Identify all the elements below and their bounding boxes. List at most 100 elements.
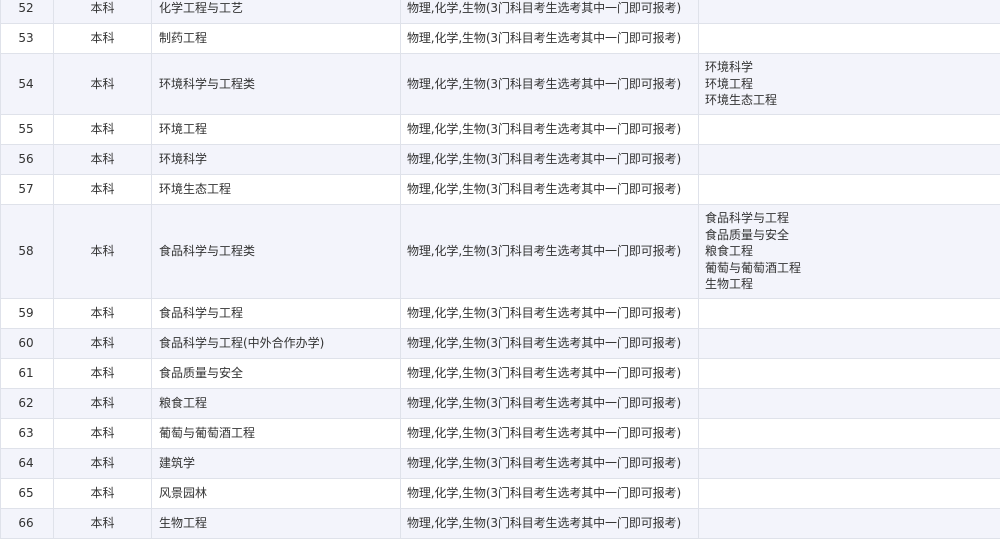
subject-requirement: 物理,化学,生物(3门科目考生选考其中一门即可报考) — [400, 114, 699, 145]
major-name: 食品质量与安全 — [151, 358, 401, 389]
included-major-item: 粮食工程 — [705, 244, 754, 259]
table-row: 64 本科 建筑学 物理,化学,生物(3门科目考生选考其中一门即可报考) — [0, 448, 1000, 479]
row-number: 65 — [0, 478, 54, 509]
row-number: 64 — [0, 448, 54, 479]
table-row: 53 本科 制药工程 物理,化学,生物(3门科目考生选考其中一门即可报考) — [0, 23, 1000, 54]
row-number: 63 — [0, 418, 54, 449]
row-number: 54 — [0, 53, 54, 115]
row-number: 56 — [0, 144, 54, 175]
education-level: 本科 — [53, 144, 152, 175]
row-number: 53 — [0, 23, 54, 54]
education-level: 本科 — [53, 508, 152, 539]
table-row: 54 本科 环境科学与工程类 物理,化学,生物(3门科目考生选考其中一门即可报考… — [0, 53, 1000, 115]
included-majors — [698, 0, 1000, 24]
major-name: 葡萄与葡萄酒工程 — [151, 418, 401, 449]
subject-requirement: 物理,化学,生物(3门科目考生选考其中一门即可报考) — [400, 144, 699, 175]
included-majors — [698, 114, 1000, 145]
education-level: 本科 — [53, 114, 152, 145]
major-name: 风景园林 — [151, 478, 401, 509]
education-level: 本科 — [53, 0, 152, 24]
included-major-item: 环境工程 — [705, 76, 754, 91]
table-row: 62 本科 粮食工程 物理,化学,生物(3门科目考生选考其中一门即可报考) — [0, 388, 1000, 419]
row-number: 58 — [0, 204, 54, 299]
subject-requirement: 物理,化学,生物(3门科目考生选考其中一门即可报考) — [400, 298, 699, 329]
major-name: 生物工程 — [151, 508, 401, 539]
subject-requirement: 物理,化学,生物(3门科目考生选考其中一门即可报考) — [400, 53, 699, 115]
education-level: 本科 — [53, 358, 152, 389]
included-majors: 食品科学与工程 食品质量与安全 粮食工程 葡萄与葡萄酒工程 生物工程 — [698, 204, 1000, 299]
included-majors — [698, 478, 1000, 509]
subject-requirement: 物理,化学,生物(3门科目考生选考其中一门即可报考) — [400, 478, 699, 509]
subject-requirement: 物理,化学,生物(3门科目考生选考其中一门即可报考) — [400, 204, 699, 299]
subject-requirement: 物理,化学,生物(3门科目考生选考其中一门即可报考) — [400, 418, 699, 449]
included-majors — [698, 508, 1000, 539]
subject-requirement: 物理,化学,生物(3门科目考生选考其中一门即可报考) — [400, 358, 699, 389]
included-major-item: 食品质量与安全 — [705, 227, 790, 242]
row-number: 59 — [0, 298, 54, 329]
included-majors — [698, 388, 1000, 419]
subject-requirement: 物理,化学,生物(3门科目考生选考其中一门即可报考) — [400, 23, 699, 54]
table-row: 56 本科 环境科学 物理,化学,生物(3门科目考生选考其中一门即可报考) — [0, 144, 1000, 175]
included-major-item: 生物工程 — [705, 277, 754, 292]
table-row: 58 本科 食品科学与工程类 物理,化学,生物(3门科目考生选考其中一门即可报考… — [0, 204, 1000, 299]
included-major-item: 食品科学与工程 — [705, 211, 790, 226]
table-row: 57 本科 环境生态工程 物理,化学,生物(3门科目考生选考其中一门即可报考) — [0, 174, 1000, 205]
subject-requirement: 物理,化学,生物(3门科目考生选考其中一门即可报考) — [400, 328, 699, 359]
major-name: 环境工程 — [151, 114, 401, 145]
included-majors — [698, 174, 1000, 205]
education-level: 本科 — [53, 328, 152, 359]
table-row: 63 本科 葡萄与葡萄酒工程 物理,化学,生物(3门科目考生选考其中一门即可报考… — [0, 418, 1000, 449]
major-name: 建筑学 — [151, 448, 401, 479]
row-number: 66 — [0, 508, 54, 539]
major-name: 环境科学 — [151, 144, 401, 175]
subject-requirement: 物理,化学,生物(3门科目考生选考其中一门即可报考) — [400, 0, 699, 24]
included-majors — [698, 358, 1000, 389]
included-majors: 环境科学 环境工程 环境生态工程 — [698, 53, 1000, 115]
major-name: 食品科学与工程 — [151, 298, 401, 329]
row-number: 52 — [0, 0, 54, 24]
education-level: 本科 — [53, 388, 152, 419]
table-row: 55 本科 环境工程 物理,化学,生物(3门科目考生选考其中一门即可报考) — [0, 114, 1000, 145]
education-level: 本科 — [53, 53, 152, 115]
major-name: 制药工程 — [151, 23, 401, 54]
majors-table-container: 52 本科 化学工程与工艺 物理,化学,生物(3门科目考生选考其中一门即可报考)… — [0, 0, 1000, 539]
table-row: 65 本科 风景园林 物理,化学,生物(3门科目考生选考其中一门即可报考) — [0, 478, 1000, 509]
major-name: 食品科学与工程(中外合作办学) — [151, 328, 401, 359]
included-majors — [698, 448, 1000, 479]
majors-subject-requirements-table: 52 本科 化学工程与工艺 物理,化学,生物(3门科目考生选考其中一门即可报考)… — [0, 0, 1000, 539]
education-level: 本科 — [53, 23, 152, 54]
major-name: 环境生态工程 — [151, 174, 401, 205]
row-number: 60 — [0, 328, 54, 359]
subject-requirement: 物理,化学,生物(3门科目考生选考其中一门即可报考) — [400, 448, 699, 479]
row-number: 55 — [0, 114, 54, 145]
subject-requirement: 物理,化学,生物(3门科目考生选考其中一门即可报考) — [400, 388, 699, 419]
major-name: 食品科学与工程类 — [151, 204, 401, 299]
major-name: 粮食工程 — [151, 388, 401, 419]
table-row: 61 本科 食品质量与安全 物理,化学,生物(3门科目考生选考其中一门即可报考) — [0, 358, 1000, 389]
subject-requirement: 物理,化学,生物(3门科目考生选考其中一门即可报考) — [400, 174, 699, 205]
education-level: 本科 — [53, 448, 152, 479]
included-majors — [698, 328, 1000, 359]
subject-requirement: 物理,化学,生物(3门科目考生选考其中一门即可报考) — [400, 508, 699, 539]
education-level: 本科 — [53, 478, 152, 509]
major-name: 环境科学与工程类 — [151, 53, 401, 115]
included-majors — [698, 23, 1000, 54]
row-number: 57 — [0, 174, 54, 205]
included-majors — [698, 144, 1000, 175]
major-name: 化学工程与工艺 — [151, 0, 401, 24]
included-major-item: 葡萄与葡萄酒工程 — [705, 260, 802, 275]
table-row: 60 本科 食品科学与工程(中外合作办学) 物理,化学,生物(3门科目考生选考其… — [0, 328, 1000, 359]
included-majors — [698, 298, 1000, 329]
row-number: 62 — [0, 388, 54, 419]
education-level: 本科 — [53, 204, 152, 299]
table-row: 59 本科 食品科学与工程 物理,化学,生物(3门科目考生选考其中一门即可报考) — [0, 298, 1000, 329]
education-level: 本科 — [53, 418, 152, 449]
row-number: 61 — [0, 358, 54, 389]
included-major-item: 环境生态工程 — [705, 93, 778, 108]
table-body: 52 本科 化学工程与工艺 物理,化学,生物(3门科目考生选考其中一门即可报考)… — [0, 0, 1000, 539]
included-majors — [698, 418, 1000, 449]
included-major-item: 环境科学 — [705, 60, 754, 75]
table-row: 66 本科 生物工程 物理,化学,生物(3门科目考生选考其中一门即可报考) — [0, 508, 1000, 539]
education-level: 本科 — [53, 298, 152, 329]
table-row: 52 本科 化学工程与工艺 物理,化学,生物(3门科目考生选考其中一门即可报考) — [0, 0, 1000, 24]
